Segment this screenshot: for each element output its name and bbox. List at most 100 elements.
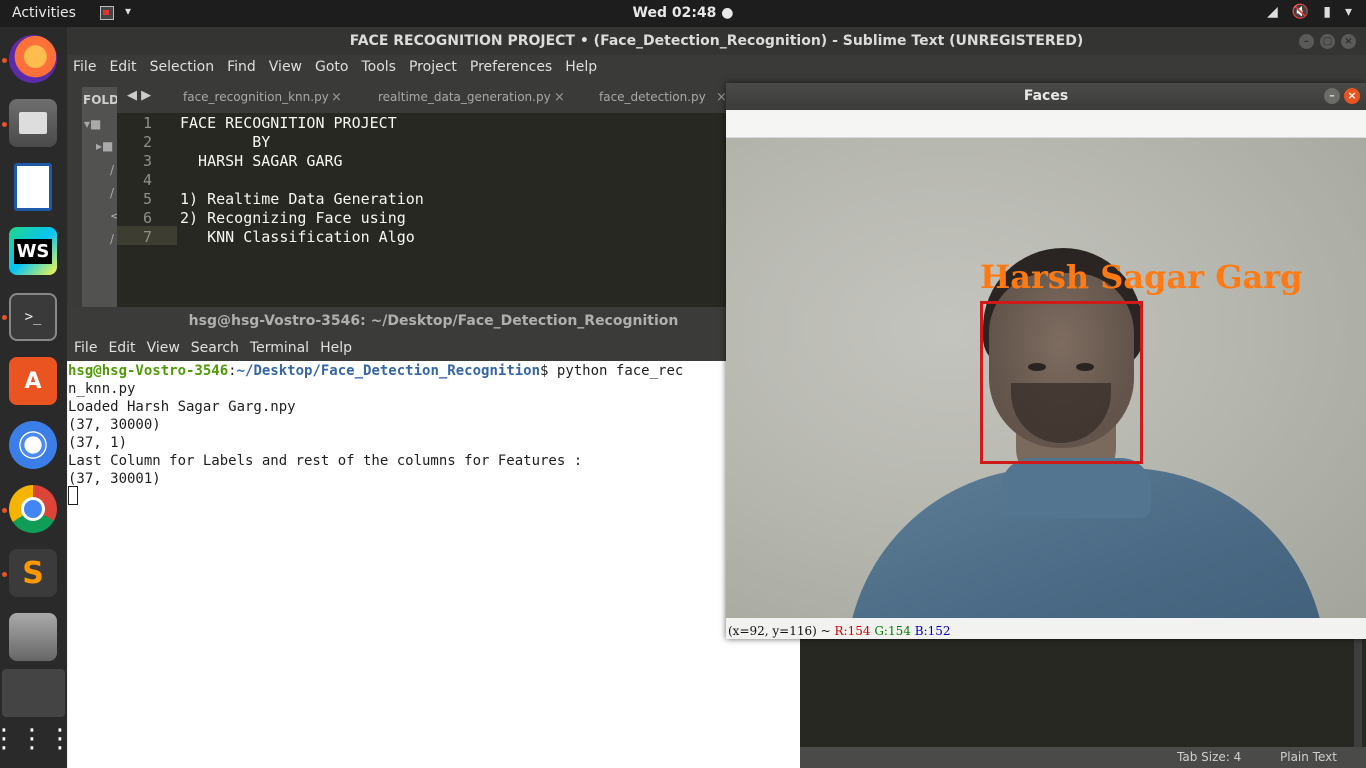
face-bounding-box — [980, 301, 1143, 464]
sublime-icon-label: S — [22, 555, 44, 591]
tab-close-icon[interactable]: × — [331, 90, 342, 105]
app-menu-icon[interactable] — [100, 6, 114, 20]
file-icon[interactable]: / — [110, 163, 114, 177]
term-menu-terminal[interactable]: Terminal — [250, 340, 309, 356]
file-icon[interactable]: < — [110, 209, 117, 223]
clock[interactable]: Wed 02:48 ● — [633, 5, 734, 21]
menu-view[interactable]: View — [269, 59, 302, 75]
menu-selection[interactable]: Selection — [150, 59, 215, 75]
tab-bar: ◀ ▶ face_recognition_knn.py × realtime_d… — [117, 84, 727, 113]
running-indicator — [2, 122, 7, 127]
prompt-command: $ python face_rec — [540, 363, 684, 379]
vertical-scrollbar[interactable] — [1354, 639, 1362, 747]
menu-project[interactable]: Project — [409, 59, 457, 75]
files-icon[interactable] — [9, 99, 57, 147]
maximize-button[interactable]: □ — [1320, 34, 1335, 49]
tab-label: face_detection.py — [599, 90, 706, 104]
terminal-title-bar[interactable]: hsg@hsg-Vostro-3546: ~/Desktop/Face_Dete… — [67, 307, 800, 335]
pixel-green: G:154 — [874, 624, 911, 638]
terminal-output[interactable]: hsg@hsg-Vostro-3546:~/Desktop/Face_Detec… — [68, 361, 800, 768]
code-line[interactable]: 1) Realtime Data Generation — [180, 190, 424, 208]
code-line[interactable]: 2) Recognizing Face using — [180, 209, 406, 227]
term-menu-view[interactable]: View — [147, 340, 180, 356]
menu-edit[interactable]: Edit — [109, 59, 136, 75]
subfolder-icon[interactable]: ▸■ — [96, 139, 113, 153]
faces-window: Faces – × Harsh Sagar Garg (x=92, y=116)… — [726, 83, 1366, 639]
person-collar — [1001, 458, 1151, 518]
file-icon[interactable]: / — [110, 232, 114, 246]
webstorm-icon-label: WS — [13, 238, 53, 264]
tab-face-recognition-knn[interactable]: face_recognition_knn.py × — [183, 90, 342, 105]
libreoffice-writer-icon[interactable] — [14, 163, 52, 211]
scanner-icon[interactable] — [9, 613, 57, 661]
pixel-red: R:154 — [834, 624, 871, 638]
terminal-icon-label: >_ — [24, 309, 42, 325]
output-line: (37, 30000) — [68, 417, 161, 433]
line-number: 3 — [143, 152, 153, 170]
close-button[interactable]: × — [1341, 34, 1356, 49]
chrome-icon[interactable] — [9, 485, 57, 533]
code-editor[interactable]: 1 FACE RECOGNITION PROJECT 2 BY 3 HARSH … — [117, 113, 727, 338]
sublime-menu-bar: File Edit Selection Find View Goto Tools… — [67, 55, 1366, 79]
file-icon[interactable]: / — [110, 186, 114, 200]
tab-close-icon[interactable]: × — [554, 90, 565, 105]
code-line[interactable]: BY — [180, 133, 270, 151]
menu-tools[interactable]: Tools — [361, 59, 396, 75]
webstorm-icon[interactable]: WS — [9, 227, 57, 275]
grid-glyph: ⋮⋮⋮ — [0, 724, 75, 754]
faces-title-bar[interactable]: Faces – × — [726, 83, 1366, 110]
app-menu-caret-icon[interactable]: ▾ — [125, 4, 131, 18]
terminal-menu-bar: File Edit View Search Terminal Help — [67, 335, 800, 361]
desktop: Activities ▾ Wed 02:48 ● ◢ 🔇 ▮ ▾ WS >_ A… — [0, 0, 1366, 768]
term-menu-edit[interactable]: Edit — [108, 340, 135, 356]
sublime-title-bar[interactable]: FACE RECOGNITION PROJECT • (Face_Detecti… — [67, 27, 1366, 55]
term-menu-help[interactable]: Help — [320, 340, 352, 356]
chromium-icon[interactable] — [9, 421, 57, 469]
terminal-icon[interactable]: >_ — [9, 293, 57, 341]
syntax-indicator[interactable]: Plain Text — [1280, 750, 1337, 764]
editor-lower-area[interactable] — [800, 639, 1366, 747]
running-indicator — [2, 508, 7, 513]
sublime-text-icon[interactable]: S — [9, 549, 57, 597]
volume-muted-icon[interactable]: 🔇 — [1292, 4, 1309, 20]
firefox-icon[interactable] — [9, 35, 57, 83]
faces-close-button[interactable]: × — [1344, 88, 1360, 104]
prompt-separator: : — [228, 363, 237, 379]
output-line: (37, 1) — [68, 435, 128, 451]
system-tray: ◢ 🔇 ▮ ▾ — [1267, 4, 1352, 20]
network-icon[interactable]: ◢ — [1267, 4, 1278, 20]
line-number: 2 — [143, 133, 153, 151]
webcam-frame[interactable]: Harsh Sagar Garg — [726, 138, 1366, 618]
terminal-cursor — [68, 486, 78, 505]
line-number: 7 — [143, 228, 153, 246]
tab-nav-arrows-icon[interactable]: ◀ ▶ — [127, 88, 151, 103]
minimize-button[interactable]: – — [1299, 34, 1314, 49]
code-line[interactable]: KNN Classification Algo — [180, 228, 415, 246]
code-line[interactable]: HARSH SAGAR GARG — [180, 152, 343, 170]
menu-find[interactable]: Find — [227, 59, 256, 75]
running-indicator — [2, 572, 7, 577]
line-number: 4 — [143, 171, 153, 189]
show-applications-icon[interactable]: ⋮⋮⋮ — [0, 715, 73, 763]
menu-help[interactable]: Help — [565, 59, 597, 75]
faces-minimize-button[interactable]: – — [1324, 88, 1340, 104]
system-menu-caret-icon[interactable]: ▾ — [1345, 4, 1352, 20]
menu-file[interactable]: File — [73, 59, 96, 75]
ubuntu-software-icon[interactable]: A — [9, 357, 57, 405]
term-menu-file[interactable]: File — [74, 340, 97, 356]
code-line[interactable]: FACE RECOGNITION PROJECT — [180, 114, 397, 132]
running-indicator — [2, 315, 7, 320]
active-app-icon[interactable] — [2, 669, 65, 717]
tab-face-detection[interactable]: face_detection.py × — [599, 90, 727, 105]
faces-status-bar: (x=92, y=116) ~ R:154 G:154 B:152 — [726, 618, 1366, 639]
term-menu-search[interactable]: Search — [191, 340, 239, 356]
battery-icon[interactable]: ▮ — [1323, 4, 1331, 20]
prompt-user: hsg@hsg-Vostro-3546 — [68, 363, 229, 379]
menu-preferences[interactable]: Preferences — [470, 59, 552, 75]
activities-button[interactable]: Activities — [12, 5, 76, 21]
menu-goto[interactable]: Goto — [315, 59, 348, 75]
tab-realtime-data-generation[interactable]: realtime_data_generation.py × — [378, 90, 565, 105]
folder-sidebar: FOLD ▾■ ▸■ / / < / — [82, 87, 117, 337]
folder-open-icon[interactable]: ▾■ — [84, 117, 101, 131]
tab-size-indicator[interactable]: Tab Size: 4 — [1177, 750, 1241, 764]
